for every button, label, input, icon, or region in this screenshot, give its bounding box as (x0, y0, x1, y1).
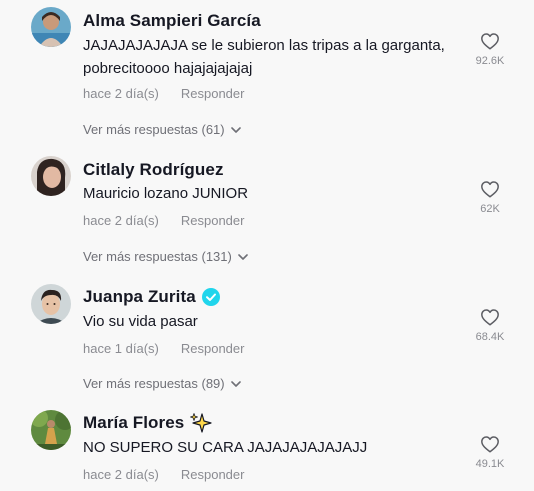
comment-time: hace 1 día(s) (83, 341, 159, 356)
like-button[interactable]: 68.4K (460, 308, 520, 343)
like-count: 62K (480, 203, 500, 215)
comment-item: Citlaly Rodríguez Mauricio lozano JUNIOR… (0, 128, 534, 264)
verified-badge-icon (201, 288, 220, 306)
like-button[interactable]: 49.1K (460, 435, 520, 470)
comment-text: Mauricio lozano JUNIOR (83, 185, 249, 202)
comment-item: María Flores NO SUPERO SU CARA JAJAJAJAJ… (0, 384, 534, 491)
heart-icon (481, 33, 499, 50)
heart-icon (481, 309, 499, 326)
avatar[interactable] (31, 284, 71, 324)
comment-time: hace 2 día(s) (83, 86, 159, 101)
reply-button[interactable]: Responder (181, 86, 245, 101)
username[interactable]: Juanpa Zurita (83, 287, 196, 307)
comment-time: hace 2 día(s) (83, 213, 159, 228)
like-button[interactable]: 92.6K (460, 32, 520, 67)
like-button[interactable]: 62K (460, 180, 520, 215)
comment-item: Juanpa Zurita Vio su vida pasar hace 1 d… (0, 256, 534, 391)
comment-text: Vio su vida pasar (83, 313, 198, 330)
reply-button[interactable]: Responder (181, 467, 245, 482)
like-count: 49.1K (475, 458, 505, 470)
like-count: 92.6K (475, 55, 505, 67)
username[interactable]: Citlaly Rodríguez (83, 160, 224, 180)
comment-text: JAJAJAJAJAJA se le subieron las tripas a… (83, 37, 445, 77)
avatar[interactable] (31, 410, 71, 450)
username[interactable]: María Flores (83, 413, 184, 433)
heart-icon (481, 436, 499, 453)
avatar[interactable] (31, 156, 71, 196)
comment-time: hace 2 día(s) (83, 467, 159, 482)
username[interactable]: Alma Sampieri García (83, 11, 261, 31)
comment-text: NO SUPERO SU CARA JAJAJAJAJAJAJJ (83, 439, 368, 456)
like-count: 68.4K (475, 331, 505, 343)
reply-button[interactable]: Responder (181, 341, 245, 356)
reply-button[interactable]: Responder (181, 213, 245, 228)
sparkles-icon (190, 412, 212, 434)
avatar[interactable] (31, 7, 71, 47)
heart-icon (481, 181, 499, 198)
comment-item: Alma Sampieri García JAJAJAJAJAJA se le … (0, 0, 534, 137)
